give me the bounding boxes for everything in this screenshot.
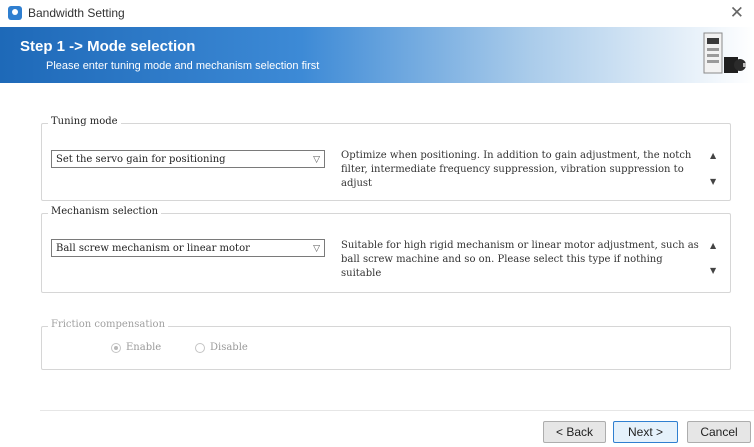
friction-group: Friction compensation Enable Disable [41,319,731,370]
scroll-up-icon[interactable]: ▲ [710,241,716,250]
friction-legend: Friction compensation [48,319,169,330]
mechanism-select[interactable]: Ball screw mechanism or linear motor ▽ [51,239,325,257]
disable-label: Disable [210,342,248,353]
back-button[interactable]: < Back [543,421,606,443]
mechanism-legend: Mechanism selection [48,206,162,217]
scroll-up-icon[interactable]: ▲ [710,151,716,160]
mechanism-group: Mechanism selection Ball screw mechanism… [41,206,731,293]
chevron-down-icon: ▽ [313,155,320,165]
tuning-mode-group: Tuning mode Set the servo gain for posit… [41,116,731,201]
servo-drive-icon [703,32,746,74]
cancel-button[interactable]: Cancel [687,421,751,443]
mechanism-description: Suitable for high rigid mechanism or lin… [341,240,699,279]
tuning-mode-value: Set the servo gain for positioning [56,154,226,165]
scroll-down-icon[interactable]: ▼ [710,266,716,275]
tuning-mode-select[interactable]: Set the servo gain for positioning ▽ [51,150,325,168]
scroll-down-icon[interactable]: ▼ [710,177,716,186]
close-icon[interactable]: ✕ [730,3,744,23]
step-title: Step 1 -> Mode selection [20,38,196,55]
enable-label: Enable [126,342,162,353]
footer-divider [40,410,754,411]
chevron-down-icon: ▽ [313,244,320,254]
disable-radio[interactable]: Disable [195,342,248,353]
app-icon [8,6,22,20]
step-subtitle: Please enter tuning mode and mechanism s… [46,60,320,72]
radio-unchecked-icon [195,342,205,353]
tuning-mode-description: Optimize when positioning. In addition t… [341,150,692,189]
wizard-header: Step 1 -> Mode selection Please enter tu… [0,27,754,83]
mechanism-value: Ball screw mechanism or linear motor [56,243,250,254]
title-bar: Bandwidth Setting ✕ [0,0,754,27]
tuning-mode-legend: Tuning mode [48,116,121,127]
enable-radio[interactable]: Enable [111,342,161,353]
radio-checked-icon [111,342,121,353]
window-title: Bandwidth Setting [28,6,125,20]
next-button[interactable]: Next > [613,421,678,443]
